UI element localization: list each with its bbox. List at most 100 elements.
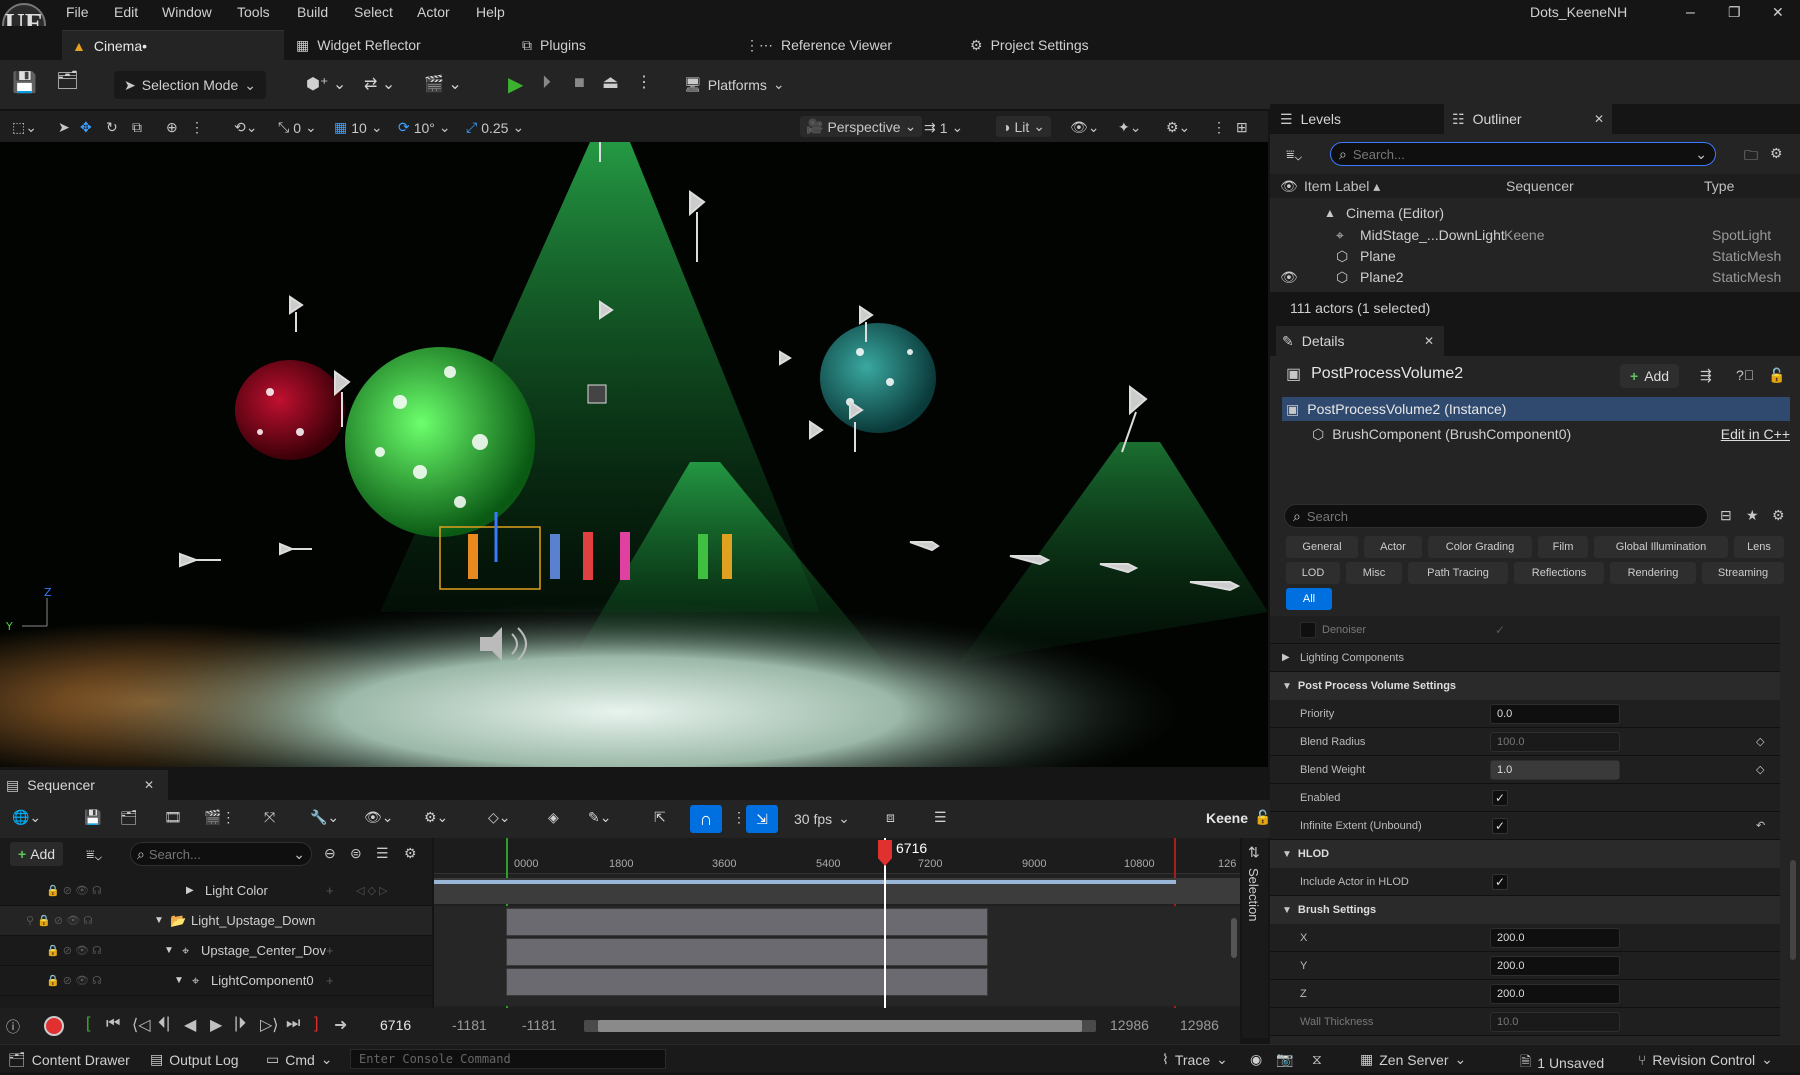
- key-navigation-icon[interactable]: ◁ ◇ ▷: [356, 884, 388, 897]
- tab-levels[interactable]: ☰ Levels: [1280, 104, 1341, 134]
- brush-y-input[interactable]: 200.0: [1490, 955, 1620, 976]
- cmd-dropdown[interactable]: ▭ Cmd ⌄: [266, 1051, 333, 1068]
- rotate-icon[interactable]: ↻: [106, 119, 118, 136]
- rotate-snap-toggle[interactable]: ⤡ 0 ⌄: [278, 119, 317, 136]
- category-lens[interactable]: Lens: [1734, 536, 1784, 558]
- add-folder-icon[interactable]: 🗀: [1744, 145, 1758, 169]
- outliner-settings-icon[interactable]: ⚙: [1770, 145, 1783, 162]
- wrench-icon[interactable]: 🔧⌄: [310, 809, 339, 826]
- more-options-icon[interactable]: ⋮: [636, 72, 652, 92]
- track-row[interactable]: ⚲ 🔒 ⊘ 👁 ☊ ▼ 📂 Light_Upstage_Down: [0, 906, 432, 936]
- derived-data-icon[interactable]: ⧖: [1312, 1051, 1322, 1068]
- category-actor[interactable]: Actor: [1364, 536, 1422, 558]
- infinite-extent-checkbox[interactable]: ✓: [1492, 817, 1508, 834]
- show-flags-icon[interactable]: 👁⌄: [1070, 119, 1100, 136]
- category-streaming[interactable]: Streaming: [1702, 562, 1784, 584]
- keyframe-diamond-icon[interactable]: ◇: [1756, 763, 1764, 776]
- world-space-icon[interactable]: ⊕: [166, 119, 178, 136]
- outliner-row[interactable]: ⌖ MidStage_...DownLight Keene SpotLight: [1270, 224, 1800, 246]
- menu-file[interactable]: File: [66, 4, 89, 20]
- view-range-end[interactable]: 12986: [1110, 1017, 1149, 1033]
- table-view-icon[interactable]: ⊟: [1720, 507, 1732, 524]
- record-trace-icon[interactable]: ◉: [1250, 1051, 1262, 1068]
- menu-actor[interactable]: Actor: [417, 4, 450, 20]
- key-diamond-icon[interactable]: ◇⌄: [488, 809, 511, 826]
- add-key-icon[interactable]: +: [326, 943, 334, 958]
- console-command-input[interactable]: Enter Console Command: [350, 1049, 666, 1069]
- lock-icon[interactable]: 🔓: [1768, 367, 1785, 384]
- sequencer-settings-icon[interactable]: ⚙: [404, 845, 417, 862]
- outliner-row[interactable]: ▲ Cinema (Editor): [1270, 202, 1800, 224]
- level-viewport[interactable]: ZY: [0, 142, 1268, 767]
- reset-arrow-icon[interactable]: ↶: [1756, 819, 1765, 832]
- section-bar[interactable]: [506, 968, 988, 996]
- track-row[interactable]: 🔒 ⊘ 👁 ☊ ▼ ⌖ Upstage_Center_Dov +: [0, 936, 432, 966]
- outliner-row[interactable]: 👁 ⬡ Plane2 StaticMesh: [1270, 266, 1800, 288]
- category-reflections[interactable]: Reflections: [1514, 562, 1604, 584]
- select-keys-icon[interactable]: ⇱: [654, 809, 666, 826]
- step-icon[interactable]: ⏵: [542, 72, 551, 93]
- sequencer-add-track-button[interactable]: + Add: [10, 842, 64, 866]
- more-icon[interactable]: ⋮: [732, 809, 746, 826]
- step-forward-icon[interactable]: |⏵: [234, 1015, 246, 1033]
- list-icon[interactable]: ☰: [376, 845, 389, 862]
- close-icon[interactable]: ✕: [144, 778, 154, 792]
- loop-icon[interactable]: ➜: [334, 1015, 347, 1035]
- add-key-icon[interactable]: +: [326, 973, 334, 988]
- realtime-fx-icon[interactable]: ✦⌄: [1118, 119, 1141, 136]
- cinematics-icon[interactable]: 🎬 ⌄: [424, 74, 462, 94]
- lock-icon[interactable]: 🔓: [1254, 809, 1271, 826]
- keyframe-diamond-icon[interactable]: ◇: [1756, 735, 1764, 748]
- category-color-grading[interactable]: Color Grading: [1428, 536, 1532, 558]
- timeline-scrollbar[interactable]: [1231, 918, 1237, 958]
- previous-key-icon[interactable]: ⟨◁: [132, 1015, 151, 1035]
- play-icon[interactable]: ▶: [210, 1015, 222, 1035]
- range-scrollbar[interactable]: [584, 1020, 1096, 1032]
- brush-x-input[interactable]: 200.0: [1490, 927, 1620, 948]
- category-global-illumination[interactable]: Global Illumination: [1594, 536, 1728, 558]
- outliner-search-input[interactable]: ⌕ Search... ⌄: [1330, 142, 1716, 166]
- collapse-all-icon[interactable]: ⊖: [324, 845, 336, 862]
- sequencer-search-input[interactable]: ⌕ Search... ⌄: [130, 842, 312, 866]
- grid-snap-toggle[interactable]: ▦ 10 ⌄: [334, 119, 383, 136]
- next-key-icon[interactable]: ▷⟩: [260, 1015, 279, 1035]
- info-icon[interactable]: ⓘ: [6, 1017, 20, 1037]
- category-all[interactable]: All: [1286, 588, 1332, 610]
- track-row[interactable]: 🔒 ⊘ 👁 ☊ ▶ Light Color + ◁ ◇ ▷: [0, 876, 432, 906]
- jump-to-start-icon[interactable]: ⏮: [106, 1015, 120, 1033]
- tab-reference-viewer[interactable]: ⋮⋯ Reference Viewer: [745, 30, 892, 60]
- find-in-browser-icon[interactable]: 🗂: [120, 809, 138, 826]
- eye-icon[interactable]: 👁: [1280, 269, 1298, 286]
- clapper-icon[interactable]: 🎬⋮: [204, 809, 235, 826]
- priority-input[interactable]: 0.0: [1490, 703, 1620, 724]
- menu-window[interactable]: Window: [162, 4, 212, 20]
- playback-options-icon[interactable]: ⚙⌄: [424, 809, 448, 826]
- surface-snap-icon[interactable]: ⟲⌄: [234, 119, 257, 136]
- edit-pen-icon[interactable]: ✎⌄: [588, 809, 611, 826]
- details-scrollbar[interactable]: [1790, 860, 1796, 960]
- tab-cinema-level[interactable]: ▲ Cinema•: [62, 30, 284, 60]
- play-icon[interactable]: ▶: [508, 72, 523, 97]
- world-icon[interactable]: 🌐⌄: [12, 809, 41, 826]
- column-sequencer[interactable]: Sequencer: [1506, 178, 1574, 194]
- close-icon[interactable]: ✕: [1594, 112, 1604, 126]
- track-controls-icon[interactable]: 🔒 ⊘ 👁 ☊: [46, 884, 102, 897]
- filter-icon[interactable]: ⩸⌄: [86, 846, 102, 863]
- screenshot-icon[interactable]: 📷: [1276, 1051, 1293, 1068]
- translate-icon[interactable]: ✥: [80, 119, 92, 136]
- brush-z-input[interactable]: 200.0: [1490, 983, 1620, 1004]
- section-bar[interactable]: [506, 938, 988, 966]
- category-general[interactable]: General: [1286, 536, 1358, 558]
- section-bar[interactable]: [506, 908, 988, 936]
- transform-icon[interactable]: ⤧: [264, 809, 275, 826]
- view-options-icon[interactable]: 👁⌄: [364, 809, 394, 826]
- component-instance-row[interactable]: ▣ PostProcessVolume2 (Instance): [1282, 397, 1790, 421]
- menu-select[interactable]: Select: [354, 4, 393, 20]
- brush-component-row[interactable]: ⬡ BrushComponent (BrushComponent0) Edit …: [1312, 422, 1790, 446]
- favorites-star-icon[interactable]: ★: [1746, 507, 1759, 524]
- outliner-row[interactable]: ⬡ Plane StaticMesh: [1270, 245, 1800, 267]
- eject-icon[interactable]: ⏏: [602, 72, 619, 93]
- perspective-dropdown[interactable]: 🎥 Perspective ⌄: [800, 116, 923, 137]
- menu-help[interactable]: Help: [476, 4, 505, 20]
- angle-snap-toggle[interactable]: ⟳ 10° ⌄: [398, 119, 451, 136]
